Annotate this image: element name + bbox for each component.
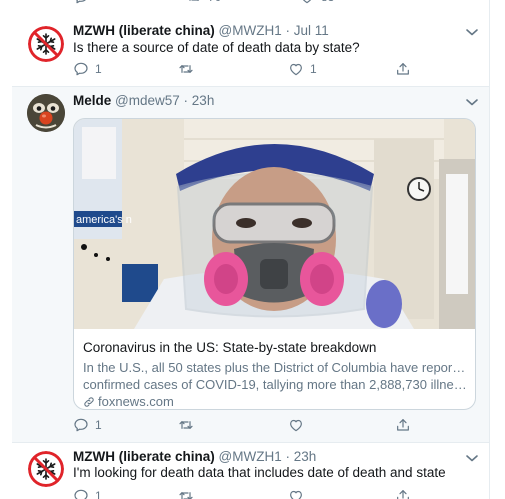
timestamp[interactable]: Jul 11 xyxy=(294,23,329,38)
health-worker-face-shield-photo: america's n xyxy=(74,119,475,329)
link-preview-card[interactable]: america's n Coronavirus in the US: State… xyxy=(73,118,476,410)
reply-icon xyxy=(73,417,89,433)
share-icon xyxy=(395,417,411,433)
chevron-down-icon[interactable] xyxy=(465,453,479,463)
clown-face-avatar-image xyxy=(27,94,65,132)
divider xyxy=(12,86,489,87)
avatar[interactable] xyxy=(28,451,64,487)
reply-button[interactable]: 1 xyxy=(73,417,102,433)
tweet-header: MZWH (liberate china) @MWZH1 · 23h xyxy=(73,449,316,464)
retweet-button[interactable]: 70 xyxy=(186,0,221,5)
timestamp[interactable]: 23h xyxy=(192,93,215,108)
tweet-header: MZWH (liberate china) @MWZH1 · Jul 11 xyxy=(73,23,329,38)
chevron-down-icon[interactable] xyxy=(465,97,479,107)
like-icon xyxy=(288,417,304,433)
reply-count: 1 xyxy=(95,418,102,432)
reply-button[interactable]: 1 xyxy=(73,61,102,77)
separator: · xyxy=(285,23,291,38)
reply-count: 1 xyxy=(95,62,102,76)
card-domain-text: foxnews.com xyxy=(98,394,174,409)
reply-icon xyxy=(73,488,89,499)
like-button[interactable]: 1 xyxy=(288,61,317,77)
chevron-down-icon[interactable] xyxy=(465,27,479,37)
retweet-button[interactable] xyxy=(178,61,194,77)
card-image: america's n xyxy=(74,119,475,329)
retweet-count: 70 xyxy=(208,0,221,4)
display-name[interactable]: MZWH (liberate china) xyxy=(73,23,215,38)
like-icon xyxy=(288,488,304,499)
like-button[interactable] xyxy=(288,417,304,433)
separator: · xyxy=(183,93,189,108)
timestamp[interactable]: 23h xyxy=(294,449,317,464)
like-count: 83 xyxy=(321,0,334,4)
retweet-button[interactable] xyxy=(178,488,194,499)
share-icon xyxy=(395,488,411,499)
retweet-icon xyxy=(186,0,202,5)
link-icon xyxy=(84,396,94,407)
share-button[interactable] xyxy=(395,61,411,77)
avatar[interactable] xyxy=(28,26,64,62)
divider xyxy=(12,442,489,443)
like-icon xyxy=(288,61,304,77)
retweet-icon xyxy=(178,488,194,499)
display-name[interactable]: MZWH (liberate china) xyxy=(73,449,215,464)
reply-count: 1 xyxy=(95,489,102,499)
card-description-line: confirmed cases of COVID-19, tallying mo… xyxy=(83,377,468,392)
tweet-header: Melde @mdew57 · 23h xyxy=(73,93,214,108)
retweet-icon xyxy=(178,417,194,433)
reply-icon xyxy=(73,61,89,77)
retweet-button[interactable] xyxy=(178,417,194,433)
handle[interactable]: @MWZH1 xyxy=(219,23,282,38)
sign-text: america's n xyxy=(76,214,132,226)
reply-icon xyxy=(73,0,89,5)
avatar[interactable] xyxy=(27,94,65,132)
handle[interactable]: @MWZH1 xyxy=(219,449,282,464)
tweet-text: I'm looking for death data that includes… xyxy=(73,465,446,480)
reply-button[interactable] xyxy=(73,0,89,5)
share-icon xyxy=(395,61,411,77)
reply-button[interactable]: 1 xyxy=(73,488,102,499)
like-button[interactable]: 83 xyxy=(299,0,334,5)
display-name[interactable]: Melde xyxy=(73,93,111,108)
like-count: 1 xyxy=(310,62,317,76)
retweet-icon xyxy=(178,61,194,77)
separator: · xyxy=(285,449,291,464)
snowflake-ban-icon xyxy=(28,451,64,487)
card-description: In the U.S., all 50 states plus the Dist… xyxy=(83,359,468,393)
card-title: Coronavirus in the US: State-by-state br… xyxy=(83,340,377,355)
card-domain[interactable]: foxnews.com xyxy=(83,394,174,409)
handle[interactable]: @mdew57 xyxy=(115,93,180,108)
share-button[interactable] xyxy=(395,488,411,499)
timeline: 70 83 MZWH (liberate china) @MWZH1 · Jul… xyxy=(12,0,490,499)
like-button[interactable] xyxy=(288,488,304,499)
like-icon xyxy=(299,0,315,5)
snowflake-ban-icon xyxy=(28,26,64,62)
tweet-text: Is there a source of date of death data … xyxy=(73,40,360,55)
share-button[interactable] xyxy=(395,417,411,433)
card-description-line: In the U.S., all 50 states plus the Dist… xyxy=(83,360,468,375)
